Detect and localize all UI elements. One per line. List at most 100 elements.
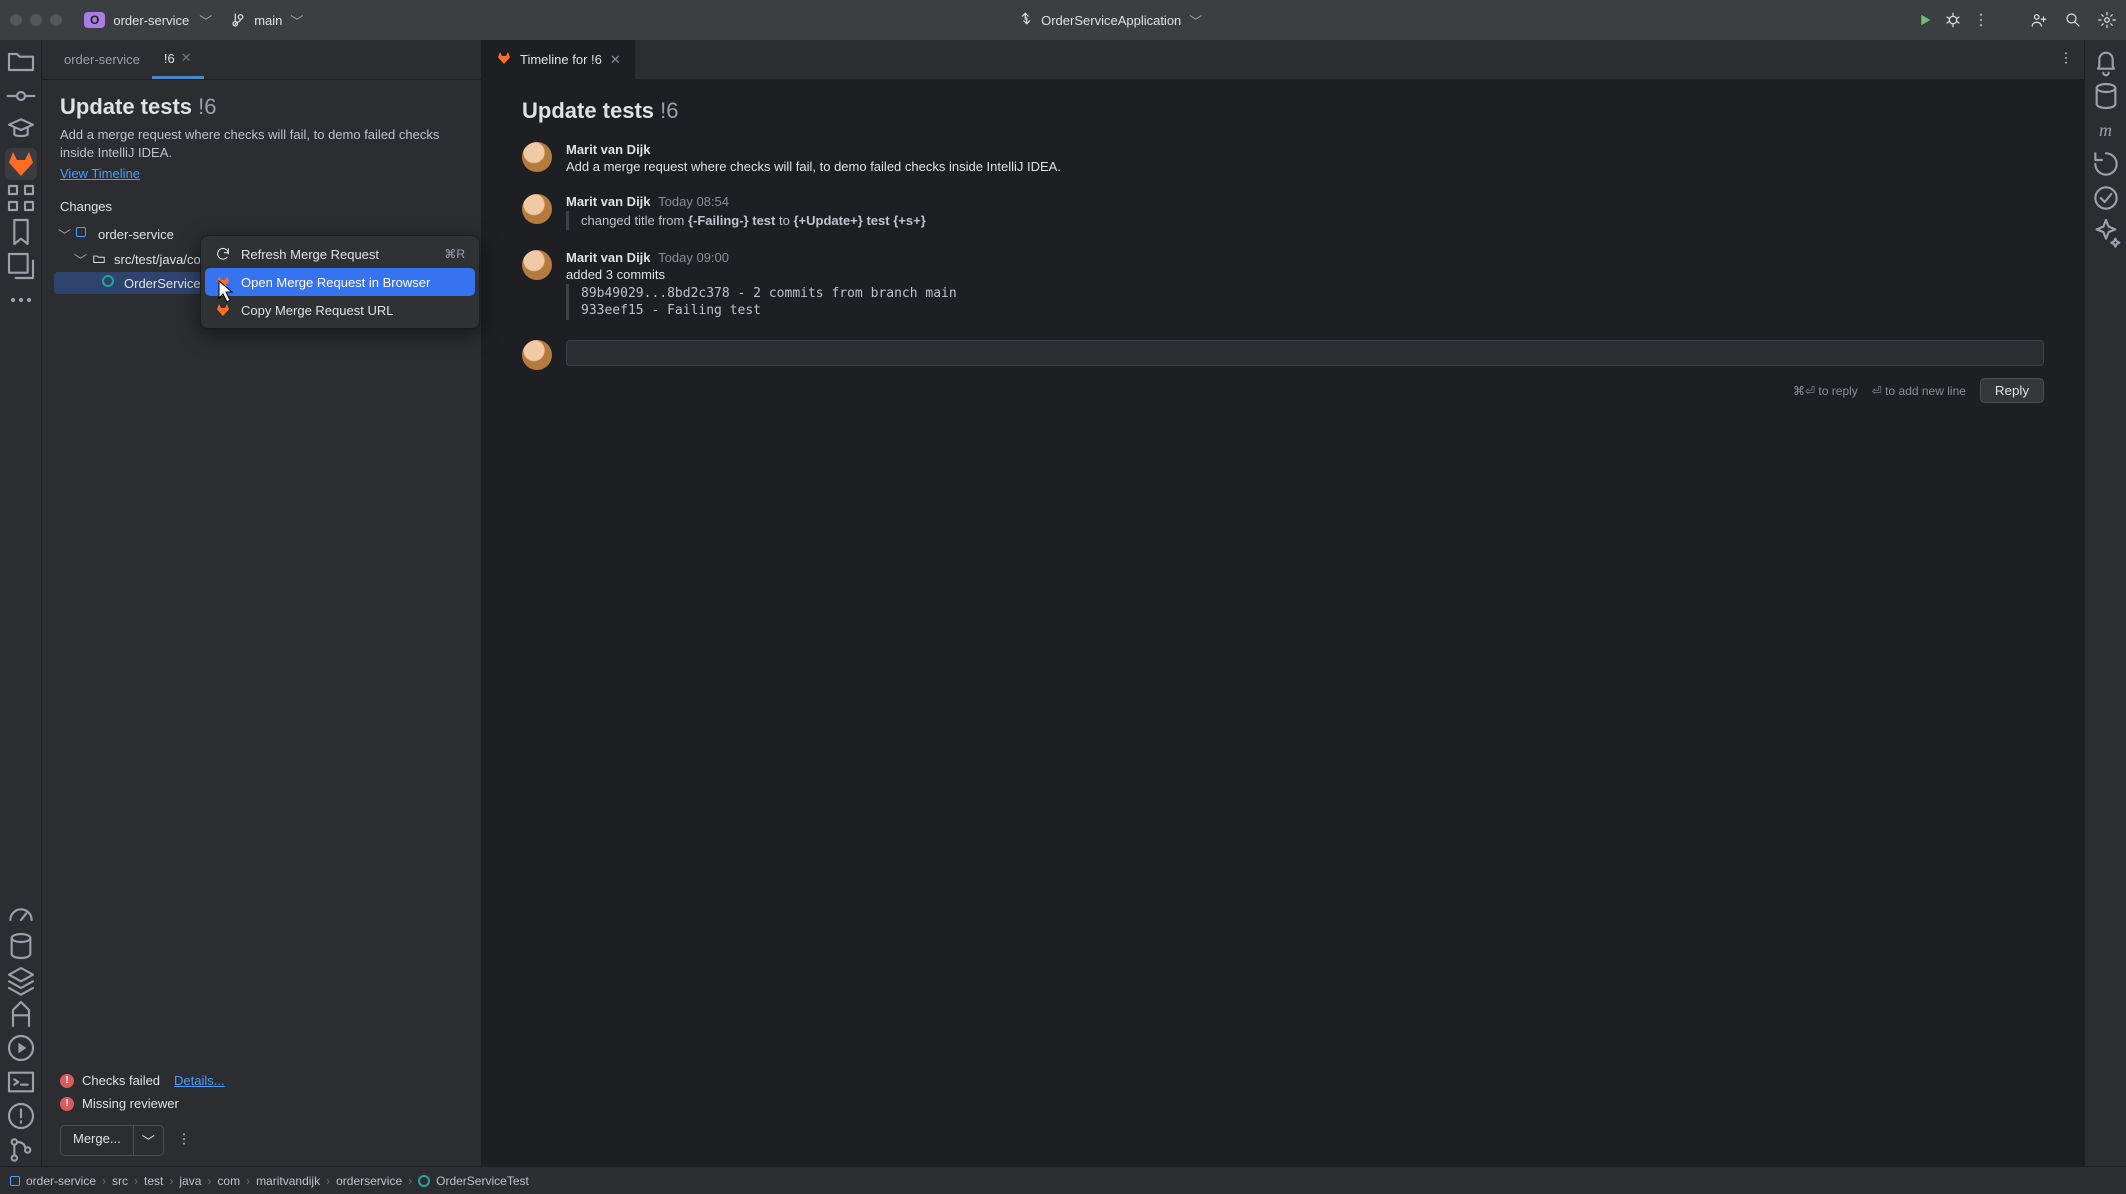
editor-tab-more-icon[interactable] xyxy=(2048,40,2084,79)
pull-requests-tool-icon[interactable] xyxy=(5,250,37,282)
run-button[interactable] xyxy=(1916,11,1934,29)
checks-details-link[interactable]: Details... xyxy=(174,1073,225,1088)
crumb[interactable]: java xyxy=(179,1174,201,1188)
timeline-event: Marit van Dijk Add a merge request where… xyxy=(522,142,2044,174)
run-config-selector[interactable]: OrderServiceApplication ﹀ xyxy=(1017,11,1202,30)
error-icon: ! xyxy=(60,1074,74,1088)
chevron-right-icon: › xyxy=(102,1174,106,1188)
project-tool-icon[interactable] xyxy=(5,46,37,78)
history-icon[interactable] xyxy=(2090,148,2122,180)
ctx-copy-url[interactable]: Copy Merge Request URL xyxy=(205,296,475,324)
zoom-window-icon[interactable] xyxy=(50,14,62,26)
commit-tool-icon[interactable] xyxy=(5,80,37,112)
reply-hint: ⌘⏎ to reply xyxy=(1793,384,1858,398)
ctx-item-shortcut: ⌘R xyxy=(444,247,465,261)
missing-reviewer-alert: ! Missing reviewer xyxy=(60,1092,463,1115)
more-run-icon[interactable] xyxy=(1972,11,1990,29)
branch-icon xyxy=(230,11,248,29)
checks-failed-text: Checks failed xyxy=(82,1073,160,1088)
tree-root-label: order-service xyxy=(98,227,174,242)
title-change-kept: test xyxy=(752,213,775,228)
maven-icon[interactable]: m xyxy=(2090,114,2122,146)
debug-button[interactable] xyxy=(1944,11,1962,29)
coverage-icon[interactable] xyxy=(2090,182,2122,214)
timeline-title-text: Update tests xyxy=(522,98,654,123)
titlebar: O order-service ﹀ main ﹀ OrderServiceApp… xyxy=(0,0,2126,40)
chevron-down-icon: ﹀ xyxy=(199,11,212,30)
learn-tool-icon[interactable] xyxy=(5,114,37,146)
avatar xyxy=(522,250,552,280)
view-timeline-link[interactable]: View Timeline xyxy=(60,166,140,181)
database-tool-icon[interactable] xyxy=(5,930,37,962)
settings-icon[interactable] xyxy=(2098,11,2116,29)
ai-assistant-icon[interactable] xyxy=(2090,216,2122,248)
editor-tab-timeline[interactable]: Timeline for !6 ✕ xyxy=(482,40,636,79)
ctx-refresh-mr[interactable]: Refresh Merge Request ⌘R xyxy=(205,240,475,268)
merge-button-label: Merge... xyxy=(61,1126,133,1155)
project-selector[interactable]: O order-service ﹀ xyxy=(76,8,220,33)
build-tool-icon[interactable] xyxy=(5,998,37,1030)
chevron-down-icon: ﹀ xyxy=(290,11,303,30)
chevron-down-icon: ﹀ xyxy=(74,250,86,269)
class-icon xyxy=(418,1175,430,1187)
merge-button[interactable]: Merge... ﹀ xyxy=(60,1125,164,1156)
more-tool-icon[interactable] xyxy=(5,284,37,316)
event-added-commits: added 3 commits xyxy=(566,267,2044,282)
mr-tab-project[interactable]: order-service xyxy=(52,40,152,79)
git-tool-icon[interactable] xyxy=(5,1134,37,1166)
database-right-icon[interactable] xyxy=(2090,80,2122,112)
close-icon[interactable]: ✕ xyxy=(181,50,192,66)
crumb[interactable]: OrderServiceTest xyxy=(436,1174,529,1188)
gitlab-tool-icon[interactable] xyxy=(5,148,37,180)
reply-button[interactable]: Reply xyxy=(1980,378,2044,403)
reply-input[interactable] xyxy=(566,340,2044,366)
terminal-tool-icon[interactable] xyxy=(5,1066,37,1098)
missing-reviewer-text: Missing reviewer xyxy=(82,1096,179,1111)
avatar xyxy=(522,194,552,224)
project-name: order-service xyxy=(113,13,189,28)
close-icon[interactable]: ✕ xyxy=(610,52,621,68)
more-actions-icon[interactable] xyxy=(172,1127,196,1154)
search-icon[interactable] xyxy=(2064,11,2082,29)
title-change-kept2: test xyxy=(866,213,889,228)
chevron-right-icon: › xyxy=(134,1174,138,1188)
editor-tabs: Timeline for !6 ✕ xyxy=(482,40,2084,80)
folder-icon xyxy=(92,252,108,268)
mr-title-text: Update tests xyxy=(60,94,192,119)
bookmarks-tool-icon[interactable] xyxy=(5,216,37,248)
title-change-suffix: {+s+} xyxy=(893,213,926,228)
timeline-event: Marit van Dijk Today 09:00 added 3 commi… xyxy=(522,250,2044,320)
crumb[interactable]: maritvandijk xyxy=(256,1174,320,1188)
close-window-icon[interactable] xyxy=(10,14,22,26)
avatar xyxy=(522,142,552,172)
minimize-window-icon[interactable] xyxy=(30,14,42,26)
chevron-down-icon[interactable]: ﹀ xyxy=(133,1126,163,1155)
crumb[interactable]: orderservice xyxy=(336,1174,402,1188)
merge-request-panel: order-service !6 ✕ Update tests !6 Add a… xyxy=(42,40,482,1166)
title-change-added: {+Update+} xyxy=(793,213,862,228)
editor-tab-label: Timeline for !6 xyxy=(520,52,602,67)
gitlab-icon xyxy=(496,50,512,69)
crumb[interactable]: test xyxy=(144,1174,163,1188)
structure-tool-icon[interactable] xyxy=(5,182,37,214)
event-timestamp: Today 09:00 xyxy=(658,250,729,265)
gauge-tool-icon[interactable] xyxy=(5,896,37,928)
notifications-icon[interactable] xyxy=(2090,46,2122,78)
problems-tool-icon[interactable] xyxy=(5,1100,37,1132)
run-tool-icon[interactable] xyxy=(5,1032,37,1064)
branch-selector[interactable]: main ﹀ xyxy=(230,11,303,30)
collaborators-icon[interactable] xyxy=(2030,11,2048,29)
crumb[interactable]: src xyxy=(112,1174,128,1188)
timeline-mr-number: !6 xyxy=(660,98,678,123)
gitlab-icon xyxy=(215,274,231,290)
window-controls[interactable] xyxy=(10,14,62,26)
title-change-mid: to xyxy=(779,213,793,228)
run-config-name: OrderServiceApplication xyxy=(1041,13,1181,28)
mr-tab-number[interactable]: !6 ✕ xyxy=(152,40,204,79)
commit-line: 933eef15 - Failing test xyxy=(566,301,2044,320)
crumb[interactable]: com xyxy=(217,1174,240,1188)
ctx-open-in-browser[interactable]: Open Merge Request in Browser xyxy=(205,268,475,296)
crumb[interactable]: order-service xyxy=(26,1174,96,1188)
changes-section-label: Changes xyxy=(42,189,481,222)
layers-tool-icon[interactable] xyxy=(5,964,37,996)
